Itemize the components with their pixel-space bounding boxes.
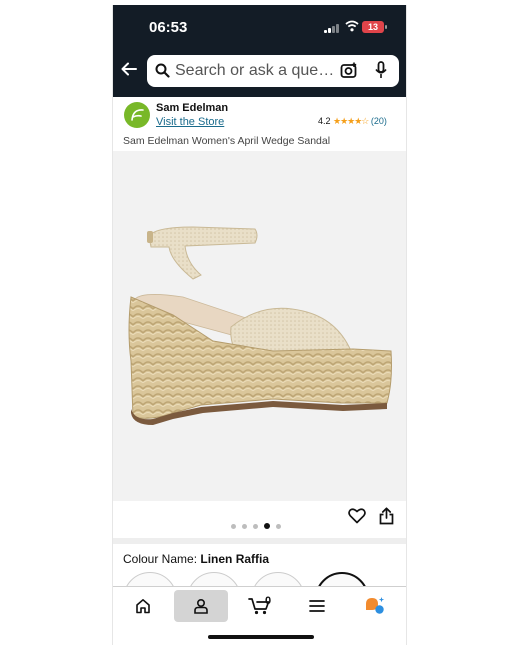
- back-arrow-icon[interactable]: [121, 62, 137, 76]
- section-divider: [113, 538, 406, 544]
- status-bar: 06:53 13: [113, 5, 406, 49]
- rating-summary[interactable]: 4.2 ★★★★☆ (20): [318, 116, 387, 127]
- product-image-gallery[interactable]: [113, 151, 406, 501]
- visit-store-link[interactable]: Visit the Store: [156, 116, 224, 128]
- microphone-icon[interactable]: [375, 61, 387, 79]
- brand-name: Sam Edelman: [156, 102, 229, 114]
- home-indicator: [208, 635, 314, 639]
- rating-stars: ★★★★☆: [333, 116, 369, 126]
- cart-count: 0: [265, 595, 272, 607]
- share-icon[interactable]: [379, 507, 394, 525]
- gallery-pagination[interactable]: [231, 516, 287, 529]
- cellular-signal-icon: [324, 23, 340, 33]
- home-icon: [136, 599, 150, 614]
- search-bar[interactable]: Search or ask a que…: [147, 55, 399, 87]
- person-icon: [194, 598, 208, 614]
- tab-menu[interactable]: [290, 590, 344, 622]
- tab-rufus[interactable]: [348, 590, 402, 622]
- rating-value: 4.2: [318, 116, 331, 126]
- product-image: [128, 226, 392, 425]
- search-icon: [155, 63, 170, 78]
- colour-value: Linen Raffia: [200, 552, 270, 566]
- search-input[interactable]: Search or ask a que…: [175, 62, 334, 80]
- colour-label: Colour Name:: [123, 552, 198, 566]
- menu-icon: [309, 600, 325, 612]
- gallery-dot-active[interactable]: [264, 523, 270, 529]
- heart-icon[interactable]: [348, 508, 366, 524]
- wifi-icon: [345, 20, 359, 32]
- status-time: 06:53: [149, 19, 188, 36]
- review-count: (20): [370, 116, 387, 126]
- gallery-dot[interactable]: [276, 524, 281, 529]
- rufus-assistant-icon: [366, 597, 385, 614]
- app-header: 06:53 13 Search or ask a que…: [113, 5, 406, 97]
- gallery-dot[interactable]: [231, 524, 236, 529]
- product-title: Sam Edelman Women's April Wedge Sandal: [123, 135, 331, 147]
- phone-screen: 06:53 13 Search or ask a que… Sam Edelma…: [112, 5, 407, 645]
- gallery-dot[interactable]: [253, 524, 258, 529]
- store-row: Sam Edelman Visit the Store 4.2 ★★★★☆ (2…: [113, 97, 406, 133]
- gallery-dot[interactable]: [242, 524, 247, 529]
- tab-cart[interactable]: 0: [232, 590, 286, 622]
- brand-logo: [124, 102, 150, 128]
- colour-name: Colour Name: Linen Raffia: [123, 552, 269, 566]
- battery-icon: 13: [362, 21, 387, 33]
- tab-account[interactable]: [174, 590, 228, 622]
- tab-home[interactable]: [116, 590, 170, 622]
- camera-search-icon[interactable]: [340, 62, 358, 79]
